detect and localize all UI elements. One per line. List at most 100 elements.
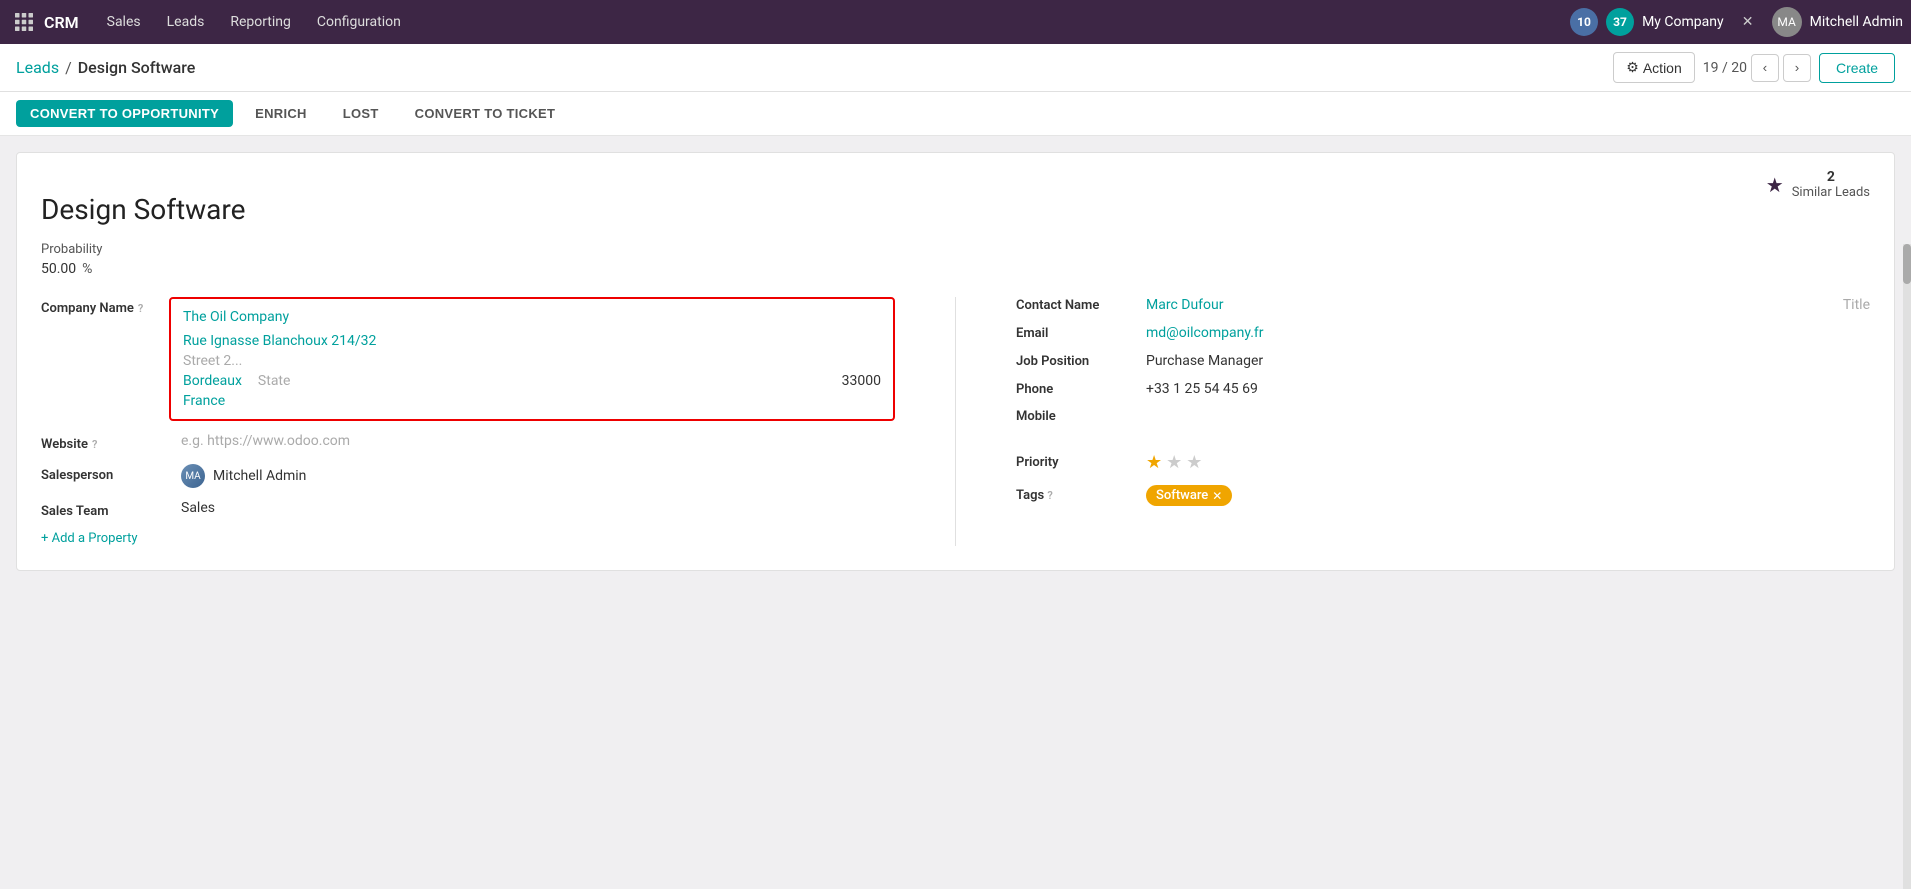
job-position-group: Job Position Purchase Manager <box>1016 353 1870 369</box>
settings-icon[interactable]: ✕ <box>1732 6 1764 38</box>
priority-stars: ★ ★ ★ <box>1146 452 1202 473</box>
company-name-help-icon[interactable]: ? <box>138 302 143 315</box>
probability-label: Probability <box>41 242 1870 257</box>
record-title: Design Software <box>41 193 1870 226</box>
street2-placeholder[interactable]: Street 2... <box>183 353 242 369</box>
company-name-label: Company Name ? <box>41 297 181 316</box>
gear-icon: ⚙ <box>1626 59 1639 76</box>
scrollbar-thumb[interactable] <box>1903 244 1911 284</box>
city-value[interactable]: Bordeaux <box>183 373 242 389</box>
record-card: ★ 2 Similar Leads Design Software Probab… <box>16 152 1895 571</box>
company-name-group: Company Name ? The Oil Company Rue Ignas… <box>41 297 895 421</box>
lost-button[interactable]: LOST <box>329 100 393 127</box>
breadcrumb-parent[interactable]: Leads <box>16 58 59 77</box>
salesperson-group: Salesperson MA Mitchell Admin <box>41 464 895 488</box>
street1-value[interactable]: Rue Ignasse Blanchoux 214/32 <box>183 333 376 349</box>
breadcrumb-actions: ⚙ Action 19 / 20 ‹ › Create <box>1613 52 1895 83</box>
activity-badge[interactable]: 37 <box>1606 8 1634 36</box>
avatar[interactable]: MA <box>1772 7 1802 37</box>
salesperson-name[interactable]: Mitchell Admin <box>213 468 306 484</box>
mobile-label: Mobile <box>1016 409 1146 424</box>
priority-label: Priority <box>1016 455 1146 470</box>
sales-team-value[interactable]: Sales <box>181 500 215 516</box>
priority-star-2[interactable]: ★ <box>1166 452 1182 473</box>
menu-configuration[interactable]: Configuration <box>305 8 413 36</box>
enrich-button[interactable]: ENRICH <box>241 100 321 127</box>
priority-star-1[interactable]: ★ <box>1146 452 1162 473</box>
topnav-right: 10 37 My Company ✕ MA Mitchell Admin <box>1570 6 1903 38</box>
top-menu: Sales Leads Reporting Configuration <box>95 8 1566 36</box>
form-columns: Company Name ? The Oil Company Rue Ignas… <box>41 297 1870 546</box>
mobile-group: Mobile <box>1016 409 1870 424</box>
record-navigation: 19 / 20 ‹ › <box>1703 54 1811 82</box>
title-placeholder[interactable]: Title <box>1843 297 1870 313</box>
job-position-value[interactable]: Purchase Manager <box>1146 353 1263 369</box>
country-value[interactable]: France <box>183 393 225 409</box>
right-form-column: Contact Name Marc Dufour Title Email md@… <box>1016 297 1870 546</box>
username[interactable]: Mitchell Admin <box>1810 14 1903 30</box>
website-label: Website ? <box>41 433 181 452</box>
app-name[interactable]: CRM <box>44 13 79 32</box>
action-toolbar: CONVERT TO OPPORTUNITY ENRICH LOST CONVE… <box>0 92 1911 136</box>
website-placeholder[interactable]: e.g. https://www.odoo.com <box>181 433 350 449</box>
phone-label: Phone <box>1016 382 1146 397</box>
similar-leads-star-icon: ★ <box>1766 173 1784 197</box>
action-label: Action <box>1643 60 1682 76</box>
priority-group: Priority ★ ★ ★ <box>1016 452 1870 473</box>
breadcrumb-bar: Leads / Design Software ⚙ Action 19 / 20… <box>0 44 1911 92</box>
website-group: Website ? e.g. https://www.odoo.com <box>41 433 895 452</box>
email-value[interactable]: md@oilcompany.fr <box>1146 325 1870 341</box>
sales-team-group: Sales Team Sales <box>41 500 895 519</box>
similar-leads-info: 2 Similar Leads <box>1792 169 1870 200</box>
salesperson-label: Salesperson <box>41 464 181 483</box>
similar-leads-label: Similar Leads <box>1792 185 1870 200</box>
tag-label: Software <box>1156 488 1208 503</box>
create-button[interactable]: Create <box>1819 53 1895 83</box>
menu-sales[interactable]: Sales <box>95 8 153 36</box>
probability-value: 50.00 % <box>41 261 1870 277</box>
contact-name-value[interactable]: Marc Dufour <box>1146 297 1803 313</box>
state-label: State <box>258 373 291 389</box>
sales-team-label: Sales Team <box>41 500 181 519</box>
vertical-separator <box>955 297 956 546</box>
similar-leads-count: 2 <box>1792 169 1870 185</box>
menu-reporting[interactable]: Reporting <box>218 8 303 36</box>
email-group: Email md@oilcompany.fr <box>1016 325 1870 341</box>
breadcrumb: Leads / Design Software <box>16 58 1613 77</box>
probability-number[interactable]: 50.00 <box>41 261 76 277</box>
company-name-value[interactable]: The Oil Company <box>183 309 289 325</box>
breadcrumb-separator: / <box>65 58 72 77</box>
company-selector[interactable]: My Company <box>1642 14 1724 30</box>
next-record-button[interactable]: › <box>1783 54 1811 82</box>
convert-ticket-button[interactable]: CONVERT TO TICKET <box>401 100 570 127</box>
tags-help-icon[interactable]: ? <box>1047 489 1052 502</box>
job-position-label: Job Position <box>1016 354 1146 369</box>
website-help-icon[interactable]: ? <box>92 438 97 451</box>
record-position: 19 / 20 <box>1703 60 1747 76</box>
similar-leads[interactable]: ★ 2 Similar Leads <box>1766 169 1870 200</box>
prev-record-button[interactable]: ‹ <box>1751 54 1779 82</box>
grid-menu-icon[interactable] <box>8 6 40 38</box>
zip-value[interactable]: 33000 <box>842 373 881 389</box>
tags-group: Tags ? Software ✕ <box>1016 485 1870 506</box>
menu-leads[interactable]: Leads <box>155 8 217 36</box>
tag-remove-button[interactable]: ✕ <box>1212 489 1222 503</box>
page-scrollbar[interactable] <box>1903 244 1911 889</box>
action-button[interactable]: ⚙ Action <box>1613 52 1694 83</box>
phone-group: Phone +33 1 25 54 45 69 <box>1016 381 1870 397</box>
priority-star-3[interactable]: ★ <box>1186 452 1202 473</box>
convert-opportunity-button[interactable]: CONVERT TO OPPORTUNITY <box>16 100 233 127</box>
phone-value[interactable]: +33 1 25 54 45 69 <box>1146 381 1258 397</box>
left-form-column: Company Name ? The Oil Company Rue Ignas… <box>41 297 895 546</box>
email-label: Email <box>1016 326 1146 341</box>
address-box: The Oil Company Rue Ignasse Blanchoux 21… <box>169 297 895 421</box>
chat-badge[interactable]: 10 <box>1570 8 1598 36</box>
probability-section: Probability 50.00 % <box>41 242 1870 277</box>
salesperson-value-row: MA Mitchell Admin <box>181 464 306 488</box>
city-state-row: Bordeaux State 33000 <box>183 373 881 389</box>
software-tag: Software ✕ <box>1146 485 1232 506</box>
contact-name-label: Contact Name <box>1016 298 1146 313</box>
main-content: ★ 2 Similar Leads Design Software Probab… <box>0 136 1911 889</box>
contact-name-group: Contact Name Marc Dufour Title <box>1016 297 1870 313</box>
add-property-button[interactable]: + Add a Property <box>41 531 895 546</box>
